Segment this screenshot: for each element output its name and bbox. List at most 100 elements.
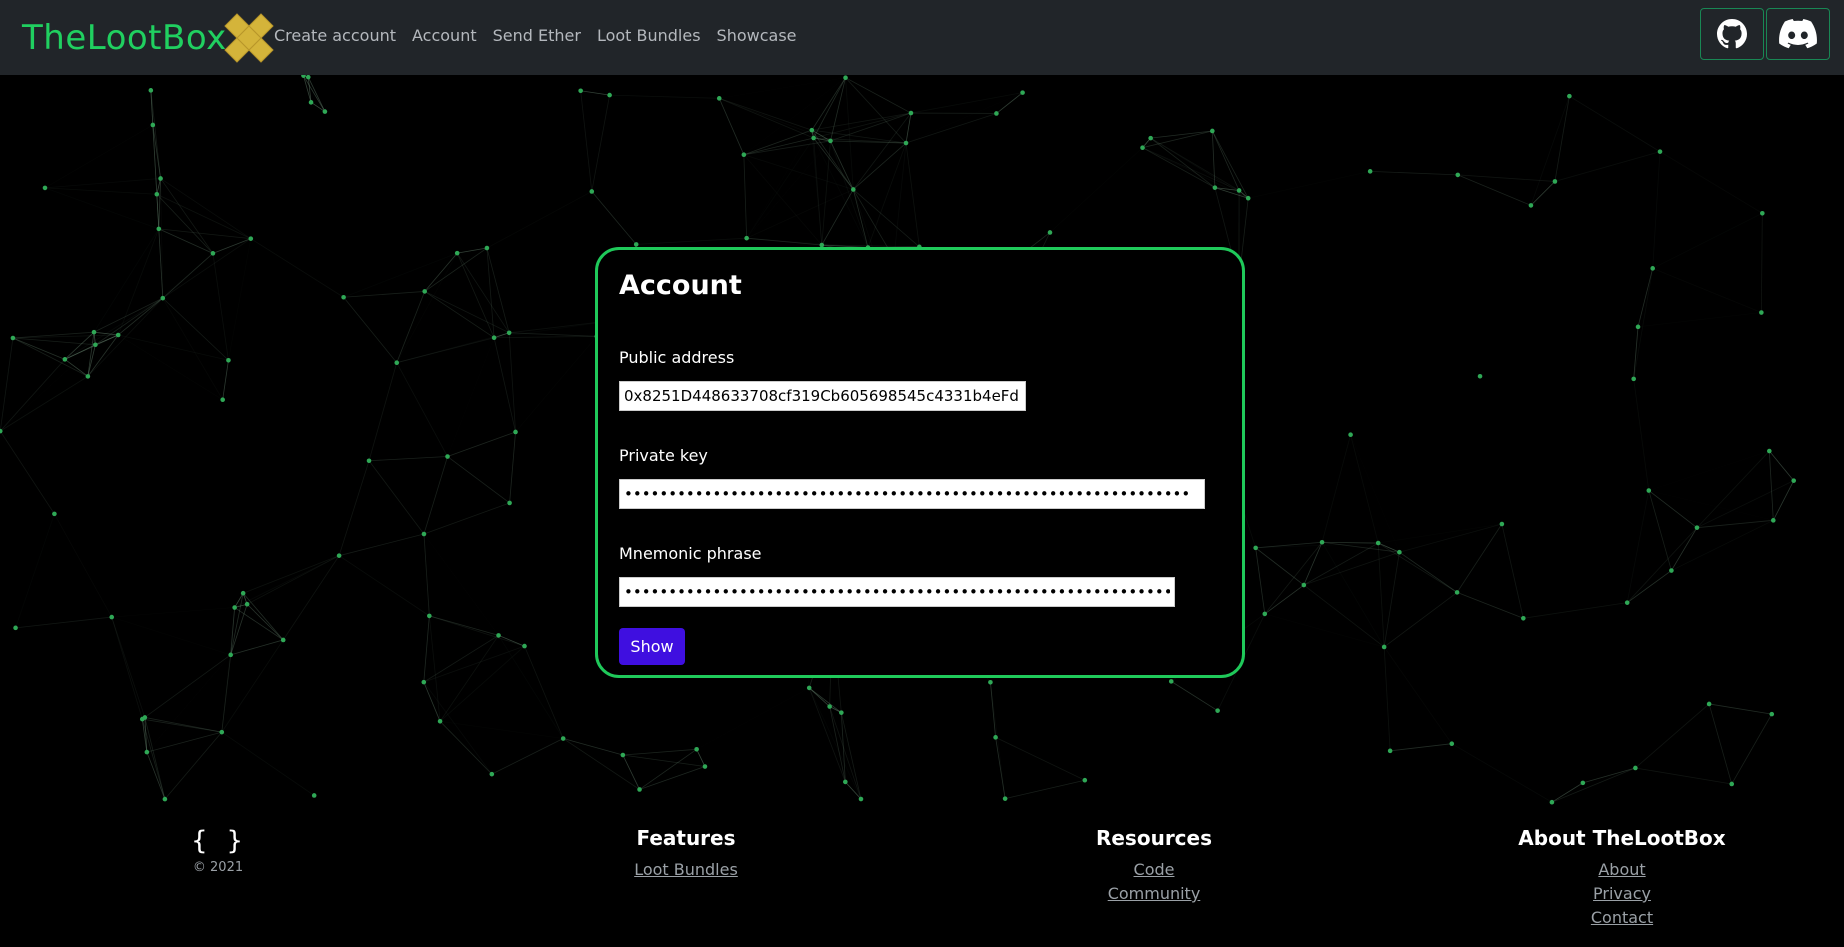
- network-link: [1383, 592, 1458, 648]
- network-node: [744, 235, 749, 241]
- network-node: [305, 75, 311, 80]
- network-link: [1635, 703, 1710, 769]
- footer-link-community[interactable]: Community: [1054, 882, 1254, 906]
- network-link: [1626, 490, 1650, 603]
- network-link: [1523, 602, 1628, 619]
- network-link: [160, 178, 252, 239]
- network-link: [1652, 151, 1661, 269]
- github-button[interactable]: [1700, 8, 1764, 60]
- footer-resources: Resources Code Community: [1054, 826, 1254, 906]
- footer-link-loot-bundles[interactable]: Loot Bundles: [586, 858, 786, 882]
- network-node: [1212, 185, 1218, 190]
- network-link: [12, 337, 66, 360]
- network-link: [1383, 552, 1400, 648]
- network-link: [1351, 435, 1400, 552]
- network-link: [440, 721, 563, 738]
- network-link: [1383, 646, 1391, 751]
- mnemonic-input[interactable]: [619, 577, 1175, 607]
- network-node: [454, 250, 460, 256]
- network-node: [702, 764, 708, 769]
- footer-link-about[interactable]: About: [1502, 858, 1742, 882]
- network-link: [221, 731, 315, 796]
- network-link: [142, 718, 222, 733]
- network-link: [1303, 542, 1379, 586]
- network-link: [212, 253, 229, 361]
- mnemonic-label: Mnemonic phrase: [619, 544, 762, 563]
- network-link: [162, 297, 224, 400]
- network-node: [394, 360, 400, 365]
- network-node: [1706, 701, 1712, 707]
- footer-link-privacy[interactable]: Privacy: [1502, 882, 1742, 906]
- network-node: [1397, 549, 1402, 555]
- network-link: [12, 337, 96, 346]
- network-link: [821, 189, 854, 246]
- network-node: [308, 100, 314, 105]
- network-link: [160, 178, 214, 254]
- private-key-input[interactable]: [619, 479, 1205, 509]
- network-node: [115, 332, 121, 338]
- network-link: [222, 360, 229, 400]
- network-link: [222, 608, 235, 733]
- account-card: Account Public address Private key Mnemo…: [595, 247, 1245, 678]
- network-link: [845, 77, 907, 144]
- braces-icon: { }: [191, 826, 245, 856]
- network-node: [1047, 230, 1053, 235]
- network-node: [1262, 611, 1268, 617]
- network-node: [903, 140, 909, 146]
- network-link: [44, 187, 157, 195]
- network-node: [240, 590, 246, 596]
- network-node: [150, 122, 156, 128]
- discord-button[interactable]: [1766, 8, 1830, 60]
- network-link: [1370, 170, 1458, 176]
- network-link: [996, 92, 1023, 114]
- network-link: [696, 749, 706, 767]
- network-link: [423, 456, 448, 535]
- lootbox-logo-icon: [223, 12, 275, 64]
- nav-send-ether[interactable]: Send Ether: [493, 26, 581, 45]
- network-link: [1731, 713, 1773, 785]
- nav-create-account[interactable]: Create account: [274, 26, 396, 45]
- network-link: [811, 77, 846, 131]
- nav-showcase[interactable]: Showcase: [717, 26, 797, 45]
- network-node: [148, 88, 154, 93]
- network-link: [424, 534, 499, 635]
- network-node: [62, 357, 68, 362]
- network-link: [852, 189, 869, 248]
- network-node: [988, 679, 993, 685]
- network-node: [1624, 600, 1630, 605]
- network-link: [429, 615, 499, 636]
- network-link: [1760, 213, 1763, 313]
- network-node: [336, 553, 342, 558]
- nav-loot-bundles[interactable]: Loot Bundles: [597, 26, 701, 45]
- network-node: [1477, 373, 1483, 379]
- show-button[interactable]: Show: [619, 628, 685, 665]
- network-link: [811, 129, 907, 144]
- network-link: [840, 712, 862, 800]
- network-node: [1657, 149, 1663, 154]
- public-address-input[interactable]: [619, 381, 1026, 411]
- network-link: [814, 138, 868, 248]
- network-link: [1264, 541, 1323, 615]
- network-link: [1150, 137, 1216, 188]
- network-link: [282, 555, 340, 641]
- network-link: [639, 766, 706, 790]
- network-link: [44, 178, 161, 189]
- network-node: [1635, 324, 1641, 330]
- brand-logo-link[interactable]: TheLootBox: [22, 12, 275, 64]
- network-link: [591, 191, 637, 245]
- network-link: [1255, 541, 1323, 549]
- network-link: [1501, 523, 1524, 619]
- network-node: [42, 185, 48, 191]
- network-link: [343, 296, 398, 363]
- network-link: [1377, 542, 1458, 593]
- footer-link-code[interactable]: Code: [1054, 858, 1254, 882]
- network-node: [1387, 748, 1393, 754]
- network-link: [719, 78, 845, 99]
- network-link: [1005, 779, 1085, 800]
- footer-link-contact[interactable]: Contact: [1502, 906, 1742, 930]
- nav-account[interactable]: Account: [412, 26, 477, 45]
- network-link: [1635, 767, 1732, 785]
- network-node: [1140, 145, 1145, 150]
- network-link: [447, 456, 510, 504]
- network-node: [301, 75, 306, 78]
